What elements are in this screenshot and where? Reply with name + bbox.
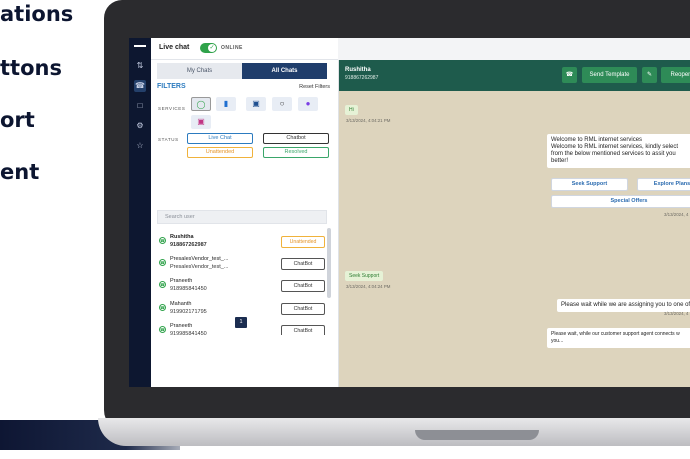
contact-name: PresalesVendor_test_... (170, 256, 229, 262)
status-label: STATUS (158, 137, 179, 142)
sms-filter-icon[interactable]: ○ (272, 97, 292, 111)
contact-name: Mahanth (170, 301, 192, 307)
whatsapp-icon: ☎ (159, 326, 166, 333)
send-template-button[interactable]: Send Template (582, 67, 637, 83)
analytics-icon[interactable]: ⇅ (134, 60, 146, 72)
status-badge: ChatBot (281, 325, 325, 335)
whatsapp-icon: ☎ (159, 304, 166, 311)
outgoing-message: Please wait, while our customer support … (547, 328, 690, 348)
contact-name: Rushitha (170, 234, 194, 240)
chat-header: Rushitha 918867262987 ☎ Send Template ✎ … (339, 60, 690, 91)
whatsapp-icon: ☎ (159, 281, 166, 288)
contact-phone: 918867262987 (170, 242, 207, 248)
online-status: ONLINE (221, 45, 243, 51)
whatsapp-icon: ☎ (159, 259, 166, 266)
status-chip-live-chat[interactable]: Live Chat (187, 133, 253, 144)
reset-filters-link[interactable]: Reset Filters (299, 84, 330, 90)
tab-all-chats[interactable]: All Chats (242, 63, 327, 79)
whatsapp-filter-icon[interactable]: ◯ (191, 97, 211, 111)
contact-phone: 919902171795 (170, 309, 207, 315)
marketing-line-2: ttons (0, 56, 62, 80)
explore-plans-button[interactable]: Explore Plans (637, 178, 690, 191)
web-filter-icon[interactable]: ▣ (246, 97, 266, 111)
stage: ations ttons ort ent ⇅ ☎ □ ⚙ ☆ Live chat… (0, 0, 690, 459)
special-offers-button[interactable]: Special Offers (551, 195, 690, 208)
incoming-message: Seek Support (345, 271, 384, 281)
contact-phone: 918985841450 (170, 286, 207, 292)
phone-icon: ☎ (565, 72, 574, 78)
page-title: Live chat (159, 44, 190, 51)
chat-contact-name: Rushitha (345, 67, 371, 73)
document-icon[interactable]: □ (134, 100, 146, 112)
search-input[interactable]: Search user (157, 210, 327, 224)
whatsapp-icon: ☎ (159, 237, 166, 244)
contact-name: Praneeth (170, 323, 193, 329)
messenger-filter-icon[interactable]: ● (298, 97, 318, 111)
contact-name: Praneeth (170, 278, 193, 284)
chat-list-panel: My Chats All Chats FILTERS Reset Filters… (151, 60, 338, 387)
check-icon: ✓ (208, 44, 216, 52)
chat-messages: Hi 3/13/2024, 4:04:21 PM Welcome to RML … (339, 91, 690, 387)
laptop-base (98, 418, 690, 446)
marketing-line-1: ations (0, 2, 74, 26)
online-toggle[interactable]: ✓ (200, 43, 217, 53)
pencil-icon: ✎ (646, 72, 653, 78)
contact-phone: PresalesVendor_test_... (170, 264, 229, 270)
marketing-line-4: ent (0, 160, 40, 184)
status-badge: ChatBot (281, 280, 325, 292)
tab-my-chats[interactable]: My Chats (157, 63, 242, 79)
edit-button[interactable]: ✎ (642, 67, 657, 83)
status-badge: ChatBot (281, 303, 325, 315)
services-label: SERVICES (158, 106, 186, 111)
call-button[interactable]: ☎ (562, 67, 577, 83)
page-button[interactable]: 1 (235, 317, 247, 328)
outgoing-message: Welcome to RML internet services Welcome… (547, 134, 690, 168)
marketing-line-3: ort (0, 108, 35, 132)
status-chip-resolved[interactable]: Resolved (263, 147, 329, 158)
message-timestamp: 3/13/2024, 4 (664, 311, 689, 316)
incoming-message: Hi (345, 105, 358, 115)
message-timestamp: 3/13/2024, 4:04:24 PM (346, 284, 391, 289)
contact-row[interactable]: ☎ Praneeth 918985841450 ChatBot (159, 278, 325, 300)
reopen-button[interactable]: Reopen (661, 67, 690, 83)
star-icon[interactable]: ☆ (134, 140, 146, 152)
chat-filter-icon[interactable]: ▮ (216, 97, 236, 111)
laptop-notch (415, 430, 539, 440)
status-chip-chatbot[interactable]: Chatbot (263, 133, 329, 144)
icon-rail: ⇅ ☎ □ ⚙ ☆ (129, 38, 151, 387)
message-timestamp: 3/13/2024, 4 (664, 212, 689, 217)
list-scrollbar[interactable] (327, 228, 331, 298)
status-badge: ChatBot (281, 258, 325, 270)
message-timestamp: 3/13/2024, 4:04:21 PM (346, 118, 391, 123)
contact-row[interactable]: ☎ Rushitha 918867262987 Unattended (159, 234, 325, 256)
seek-support-button[interactable]: Seek Support (551, 178, 628, 191)
menu-icon[interactable] (134, 45, 146, 47)
status-badge: Unattended (281, 236, 325, 248)
chat-contact-phone: 918867262987 (345, 75, 379, 81)
top-bar: Live chat ✓ ONLINE (151, 38, 338, 60)
settings-icon[interactable]: ⚙ (134, 120, 146, 132)
status-chip-unattended[interactable]: Unattended (187, 147, 253, 158)
headset-icon[interactable]: ☎ (134, 80, 146, 92)
instagram-filter-icon[interactable]: ▣ (191, 115, 211, 129)
contact-row[interactable]: ☎ PresalesVendor_test_... PresalesVendor… (159, 256, 325, 278)
contact-phone: 919985841450 (170, 331, 207, 335)
laptop-screen: ⇅ ☎ □ ⚙ ☆ Live chat ✓ ONLINE My Chats Al… (129, 38, 690, 387)
filters-heading: FILTERS (157, 83, 186, 90)
